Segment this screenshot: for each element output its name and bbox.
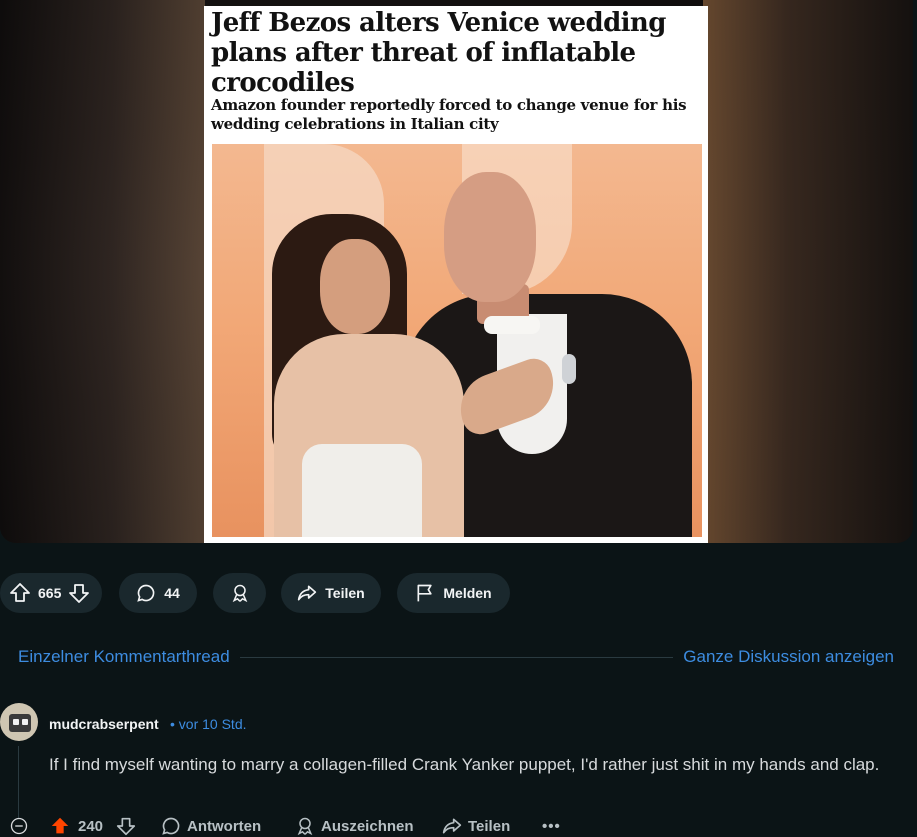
share-icon — [297, 583, 317, 603]
reply-button[interactable]: Antworten — [161, 815, 261, 837]
post-media[interactable]: Jeff Bezos alters Venice wedding plans a… — [0, 0, 913, 543]
bowtie — [484, 316, 540, 334]
vote-control: 665 — [0, 573, 102, 613]
comment-icon — [136, 583, 156, 603]
comment-share-button[interactable]: Teilen — [442, 815, 510, 837]
report-label: Melden — [443, 585, 492, 601]
article-photo — [212, 144, 702, 537]
share-button[interactable]: Teilen — [281, 573, 381, 613]
award-button[interactable] — [213, 573, 266, 613]
collapse-icon[interactable] — [9, 815, 29, 837]
comment-timestamp[interactable]: • vor 10 Std. — [170, 716, 247, 732]
comments-button[interactable]: 44 — [119, 573, 197, 613]
flag-icon — [415, 583, 435, 603]
share-icon — [442, 818, 462, 834]
avatar-eye — [13, 719, 19, 725]
post-score: 665 — [38, 585, 62, 601]
woman-face — [320, 239, 390, 334]
woman-dress — [302, 444, 422, 537]
avatar[interactable] — [0, 703, 38, 741]
upvote-icon[interactable] — [8, 581, 32, 605]
award-icon — [297, 817, 313, 836]
more-options-button[interactable]: ••• — [542, 815, 561, 837]
thread-divider — [239, 656, 674, 658]
comment-upvote-icon[interactable] — [49, 815, 71, 837]
media-blur-left — [0, 0, 205, 543]
downvote-icon[interactable] — [67, 581, 91, 605]
comment-score: 240 — [78, 817, 104, 835]
article-standfirst: Amazon founder reportedly forced to chan… — [211, 96, 687, 133]
single-thread-link[interactable]: Einzelner Kommentarthread — [18, 647, 230, 667]
share-label: Teilen — [325, 585, 365, 601]
brooch — [562, 354, 576, 384]
media-blur-right — [703, 0, 913, 543]
comment-action-bar: 240 Antworten Auszeichnen Teilen ••• — [0, 815, 600, 837]
man-head — [444, 172, 536, 302]
report-button[interactable]: Melden — [397, 573, 510, 613]
article-screenshot: Jeff Bezos alters Venice wedding plans a… — [204, 6, 708, 543]
reply-label: Antworten — [187, 817, 262, 835]
comment-thread-line[interactable] — [18, 746, 19, 818]
full-discussion-link[interactable]: Ganze Diskussion anzeigen — [683, 647, 894, 667]
comment-icon — [162, 817, 180, 835]
comment-body: If I find myself wanting to marry a coll… — [49, 755, 880, 774]
comment-username[interactable]: mudcrabserpent — [49, 716, 159, 732]
comment-award-button[interactable]: Auszeichnen — [295, 815, 414, 837]
share-label: Teilen — [468, 817, 511, 835]
thread-navigation: Einzelner Kommentarthread Ganze Diskussi… — [18, 646, 894, 668]
comment-downvote-icon[interactable] — [115, 815, 137, 837]
article-headline: Jeff Bezos alters Venice wedding plans a… — [211, 8, 666, 98]
comments-count: 44 — [164, 585, 180, 601]
avatar-eye — [22, 719, 28, 725]
award-icon — [230, 583, 250, 603]
award-label: Auszeichnen — [321, 817, 414, 835]
